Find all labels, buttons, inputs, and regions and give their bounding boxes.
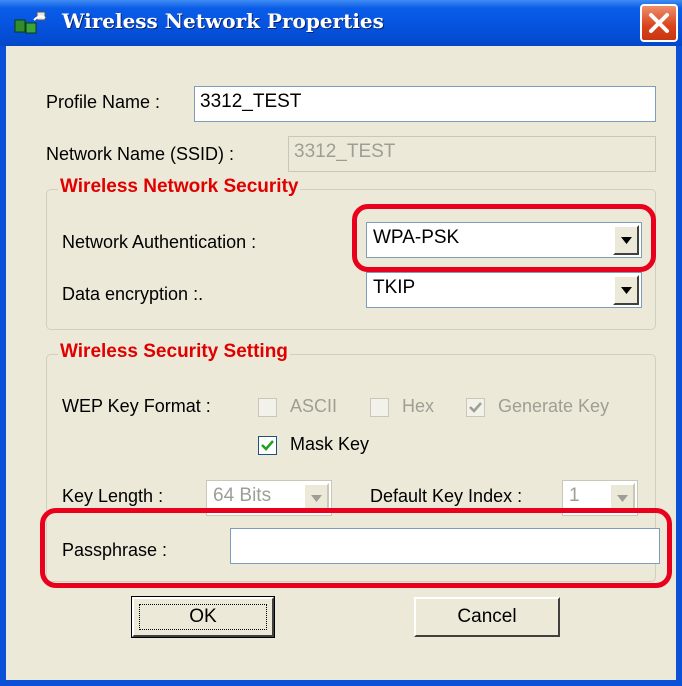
encryption-select[interactable]: TKIP: [366, 272, 642, 308]
profile-name-field[interactable]: 3312_TEST: [194, 86, 656, 122]
mask-key-checkbox[interactable]: [258, 436, 277, 455]
chevron-down-icon: [621, 287, 632, 294]
encryption-value: TKIP: [373, 277, 416, 298]
hex-checkbox[interactable]: [370, 398, 389, 417]
network-name-label: Network Name (SSID) :: [46, 144, 235, 164]
window-title: Wireless Network Properties: [62, 9, 384, 33]
cancel-button[interactable]: Cancel: [414, 597, 560, 637]
key-length-label: Key Length :: [62, 486, 164, 506]
checkmark-icon: [261, 440, 274, 451]
key-length-value: 64 Bits: [213, 485, 272, 506]
ascii-checkbox[interactable]: [258, 398, 277, 417]
highlight-passphrase: [40, 508, 672, 588]
checkmark-icon: [469, 402, 482, 413]
ascii-label: ASCII: [290, 396, 338, 416]
ok-button[interactable]: OK: [131, 596, 275, 638]
close-icon: [649, 13, 669, 33]
chevron-down-icon: [617, 495, 628, 502]
security-group-title: Wireless Network Security: [58, 176, 301, 198]
chevron-down-icon: [311, 495, 322, 502]
profile-name-label: Profile Name :: [46, 92, 161, 112]
default-key-index-value: 1: [569, 485, 580, 506]
close-button[interactable]: [640, 4, 678, 42]
dialog-body: Profile Name : 3312_TEST Network Name (S…: [6, 46, 676, 680]
encryption-label: Data encryption :.: [62, 284, 204, 304]
security-setting-group-title: Wireless Security Setting: [58, 341, 290, 363]
ssid-field[interactable]: 3312_TEST: [288, 136, 656, 172]
dialog-window: Wireless Network Properties Profile Name…: [0, 0, 682, 686]
generate-key-checkbox[interactable]: [466, 398, 485, 417]
authentication-label: Network Authentication :: [62, 232, 257, 252]
generate-key-label: Generate Key: [498, 396, 610, 416]
focus-rect: [139, 604, 267, 630]
title-bar[interactable]: Wireless Network Properties: [0, 0, 682, 46]
default-key-index-label: Default Key Index :: [370, 486, 523, 506]
mask-key-label: Mask Key: [290, 434, 370, 454]
dropdown-arrow-button[interactable]: [613, 275, 639, 305]
highlight-authentication: [352, 204, 656, 272]
network-app-icon: [14, 11, 46, 34]
cancel-label: Cancel: [457, 606, 517, 627]
wep-key-format-label: WEP Key Format :: [62, 396, 211, 416]
hex-label: Hex: [402, 396, 435, 416]
